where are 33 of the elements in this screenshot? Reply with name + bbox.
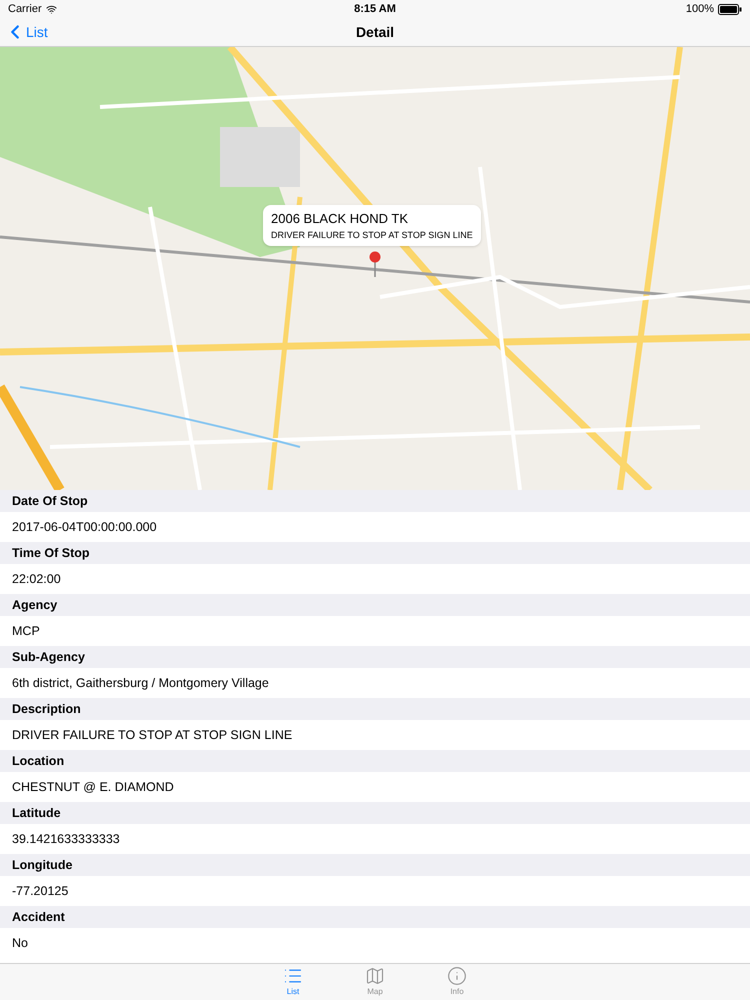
field-value: 39.1421633333333	[12, 830, 120, 848]
tab-bar-item[interactable]: Map	[354, 964, 396, 1000]
field-label: Description	[12, 700, 81, 718]
field-value: -77.20125	[12, 882, 68, 900]
field-label: Sub-Agency	[12, 648, 85, 666]
wifi-icon	[46, 4, 57, 14]
back-button[interactable]: List	[0, 21, 48, 43]
nav-title: Detail	[356, 22, 394, 42]
field-value: CHESTNUT @ E. DIAMOND	[12, 778, 174, 796]
field-value: MCP	[12, 622, 40, 640]
map-icon	[365, 966, 385, 986]
field-label: Accident	[12, 908, 65, 926]
callout-title: 2006 BLACK HOND TK	[271, 210, 410, 228]
tab-bar-item[interactable]: Info	[436, 964, 478, 1000]
field-label: Latitude	[12, 804, 61, 822]
battery-percent: 100%	[686, 2, 714, 17]
field-label: Location	[12, 752, 64, 770]
info-icon	[447, 966, 467, 986]
callout-subtitle: DRIVER FAILURE TO STOP AT STOP SIGN LINE	[271, 228, 473, 242]
tab-bar-item[interactable]: List	[272, 964, 314, 1000]
field-label: Date Of Stop	[12, 492, 88, 510]
field-value: 6th district, Gaithersburg / Montgomery Village	[12, 674, 269, 692]
field-label: Agency	[12, 596, 58, 614]
battery-icon	[718, 4, 742, 14]
field-value: 22:02:00	[12, 570, 61, 588]
carrier-label: Carrier	[8, 2, 42, 17]
map-pin-icon	[369, 251, 381, 277]
field-label: Longitude	[12, 856, 72, 874]
field-value: DRIVER FAILURE TO STOP AT STOP SIGN LINE	[12, 726, 292, 744]
clock-time: 8:15 AM	[354, 2, 396, 17]
field-value: 2017-06-04T00:00:00.000	[12, 518, 157, 536]
field-value: No	[12, 934, 28, 952]
field-label: Time Of Stop	[12, 544, 90, 562]
